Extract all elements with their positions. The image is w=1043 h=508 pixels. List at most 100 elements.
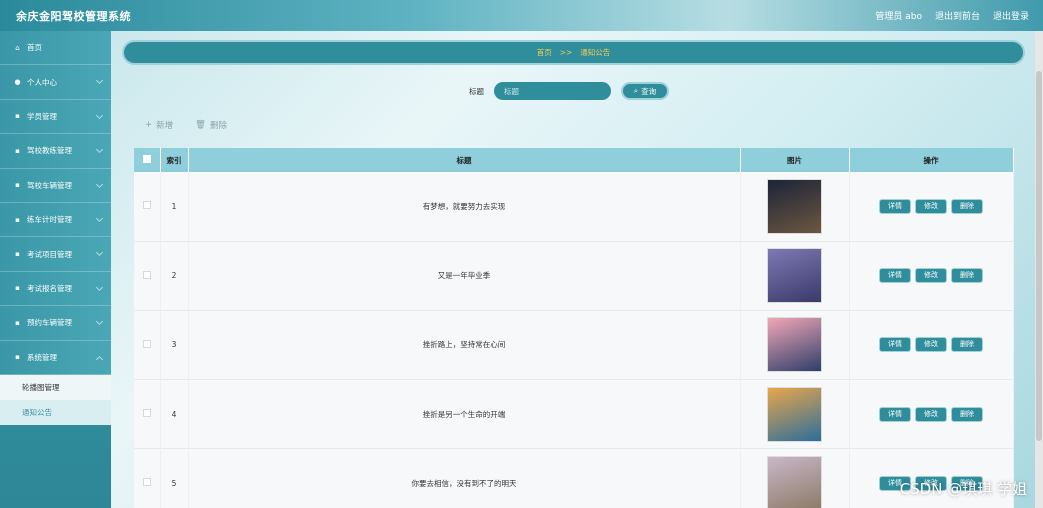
- row-image-cell: [740, 241, 850, 311]
- sidebar-item-students[interactable]: ▪ 学员管理: [0, 99, 111, 135]
- sidebar-item-label: 预约车辆管理: [27, 318, 72, 328]
- breadcrumb-home[interactable]: 首页: [537, 47, 552, 58]
- sidebar-item-profile[interactable]: ● 个人中心: [0, 65, 111, 100]
- pink-clouds-photo[interactable]: [767, 317, 822, 373]
- watermark: CSDN @琪琪 学姐: [899, 480, 1027, 498]
- row-select-cell: [134, 448, 161, 508]
- chevron-down-icon: [95, 214, 104, 222]
- row-checkbox[interactable]: [142, 478, 151, 487]
- row-image-cell: [740, 448, 850, 508]
- sidebar-item-home[interactable]: ⌂ 首页: [0, 31, 111, 66]
- delete-button[interactable]: 删除: [951, 268, 983, 284]
- edit-button[interactable]: 修改: [915, 406, 947, 422]
- row-select-cell: [134, 310, 161, 380]
- chevron-down-icon: [95, 249, 104, 257]
- grid-icon: ▪: [15, 215, 20, 224]
- chevron-down-icon: [95, 283, 104, 291]
- notice-table: 索引 标题 图片 操作 1 有梦想，就要努力去实现 详情 修改 删除 2 又是一年毕…: [134, 148, 1014, 508]
- row-index: 3: [160, 310, 189, 380]
- chevron-up-icon: [95, 355, 104, 363]
- row-select-cell: [134, 172, 161, 242]
- row-index: 4: [160, 379, 189, 449]
- row-index: 1: [160, 172, 189, 242]
- search-row: 标题 ⌕ 查询: [469, 82, 669, 100]
- delete-button[interactable]: 删除: [951, 337, 983, 353]
- dusk-pier-photo[interactable]: [767, 248, 822, 304]
- detail-button[interactable]: 详情: [879, 198, 911, 214]
- row-actions: 详情 修改 删除: [849, 379, 1014, 449]
- sidebar-item-system[interactable]: ▪ 系统管理: [0, 340, 111, 375]
- detail-button[interactable]: 详情: [879, 406, 911, 422]
- detail-button[interactable]: 详情: [879, 268, 911, 284]
- batch-delete-button[interactable]: 🗑 删除: [195, 119, 227, 131]
- sidebar-item-vehicles[interactable]: ▪ 驾校车辆管理: [0, 168, 111, 203]
- row-title: 你要去相信，没有到不了的明天: [188, 448, 741, 508]
- edit-button[interactable]: 修改: [915, 337, 947, 353]
- search-button[interactable]: ⌕ 查询: [621, 82, 669, 100]
- top-bar: 余庆金阳驾校管理系统 管理员 abo 退出到前台 退出登录: [0, 0, 1043, 31]
- row-checkbox[interactable]: [142, 270, 151, 279]
- top-links: 管理员 abo 退出到前台 退出登录: [875, 9, 1029, 22]
- goto-frontend-link[interactable]: 退出到前台: [935, 9, 980, 22]
- col-header-title: 标题: [188, 148, 741, 172]
- edit-button[interactable]: 修改: [915, 268, 947, 284]
- user-icon: ●: [14, 78, 21, 87]
- rainbow-path-photo[interactable]: [767, 455, 822, 508]
- table-row: 1 有梦想，就要努力去实现 详情 修改 删除: [134, 172, 1014, 242]
- add-button-label: 新增: [156, 121, 174, 131]
- select-all-cell: [134, 148, 161, 172]
- chevron-down-icon: [95, 146, 104, 154]
- grid-icon: ▪: [15, 146, 20, 155]
- search-button-label: 查询: [641, 86, 657, 96]
- row-image-cell: [740, 310, 850, 380]
- sidebar-item-label: 驾校车辆管理: [27, 180, 72, 190]
- sidebar-item-label: 首页: [27, 43, 42, 53]
- grid-icon: ▪: [15, 318, 20, 327]
- scrollbar-thumb[interactable]: [1036, 71, 1042, 441]
- edit-button[interactable]: 修改: [915, 198, 947, 214]
- col-header-actions: 操作: [849, 148, 1014, 172]
- chevron-down-icon: [95, 180, 104, 188]
- grid-icon: ▪: [15, 250, 20, 259]
- row-title: 挫折是另一个生命的开端: [188, 379, 741, 449]
- breadcrumb-separator: >>: [559, 48, 573, 57]
- breadcrumb: 首页 >> 通知公告: [122, 40, 1025, 65]
- sidebar-item-label: 考试项目管理: [27, 249, 72, 259]
- row-actions: 详情 修改 删除: [849, 172, 1014, 242]
- night-sky-photo[interactable]: [767, 178, 822, 234]
- admin-user-link[interactable]: 管理员 abo: [875, 9, 922, 22]
- row-title: 挫折路上，坚持常在心间: [188, 310, 741, 380]
- row-actions: 详情 修改 删除: [849, 310, 1014, 380]
- sidebar-subitem-carousel[interactable]: 轮播图管理: [0, 374, 111, 400]
- sidebar-subitem-notices[interactable]: 通知公告: [0, 399, 111, 425]
- col-header-index: 索引: [160, 148, 189, 172]
- sidebar-item-label: 考试报名管理: [27, 283, 72, 293]
- row-checkbox[interactable]: [142, 201, 151, 210]
- select-all-checkbox[interactable]: [142, 155, 151, 163]
- sidebar-item-practice-timing[interactable]: ▪ 练车计时管理: [0, 202, 111, 238]
- sidebar-item-exam-registration[interactable]: ▪ 考试报名管理: [0, 271, 111, 307]
- row-checkbox[interactable]: [142, 409, 151, 418]
- search-input[interactable]: [494, 82, 611, 100]
- sidebar-item-vehicle-booking[interactable]: ▪ 预约车辆管理: [0, 306, 111, 341]
- col-header-image: 图片: [740, 148, 850, 172]
- row-title: 有梦想，就要努力去实现: [188, 172, 741, 242]
- detail-button[interactable]: 详情: [879, 337, 911, 353]
- row-index: 5: [160, 448, 189, 508]
- coast-road-photo[interactable]: [767, 386, 822, 442]
- add-button[interactable]: + 新增: [145, 119, 173, 131]
- logout-link[interactable]: 退出登录: [993, 9, 1029, 22]
- row-checkbox[interactable]: [142, 339, 151, 348]
- row-image-cell: [740, 379, 850, 449]
- app-title: 余庆金阳驾校管理系统: [16, 9, 131, 23]
- sidebar-item-exam-items[interactable]: ▪ 考试项目管理: [0, 237, 111, 272]
- table-row: 3 挫折路上，坚持常在心间 详情 修改 删除: [134, 310, 1014, 380]
- scrollbar[interactable]: [1035, 31, 1043, 508]
- delete-button[interactable]: 删除: [951, 406, 983, 422]
- sidebar-item-label: 系统管理: [27, 352, 57, 362]
- delete-button[interactable]: 删除: [951, 198, 983, 214]
- row-index: 2: [160, 241, 189, 311]
- table-row: 4 挫折是另一个生命的开端 详情 修改 删除: [134, 379, 1014, 449]
- search-icon: ⌕: [633, 86, 639, 95]
- sidebar-item-coaches[interactable]: ▪ 驾校教练管理: [0, 134, 111, 169]
